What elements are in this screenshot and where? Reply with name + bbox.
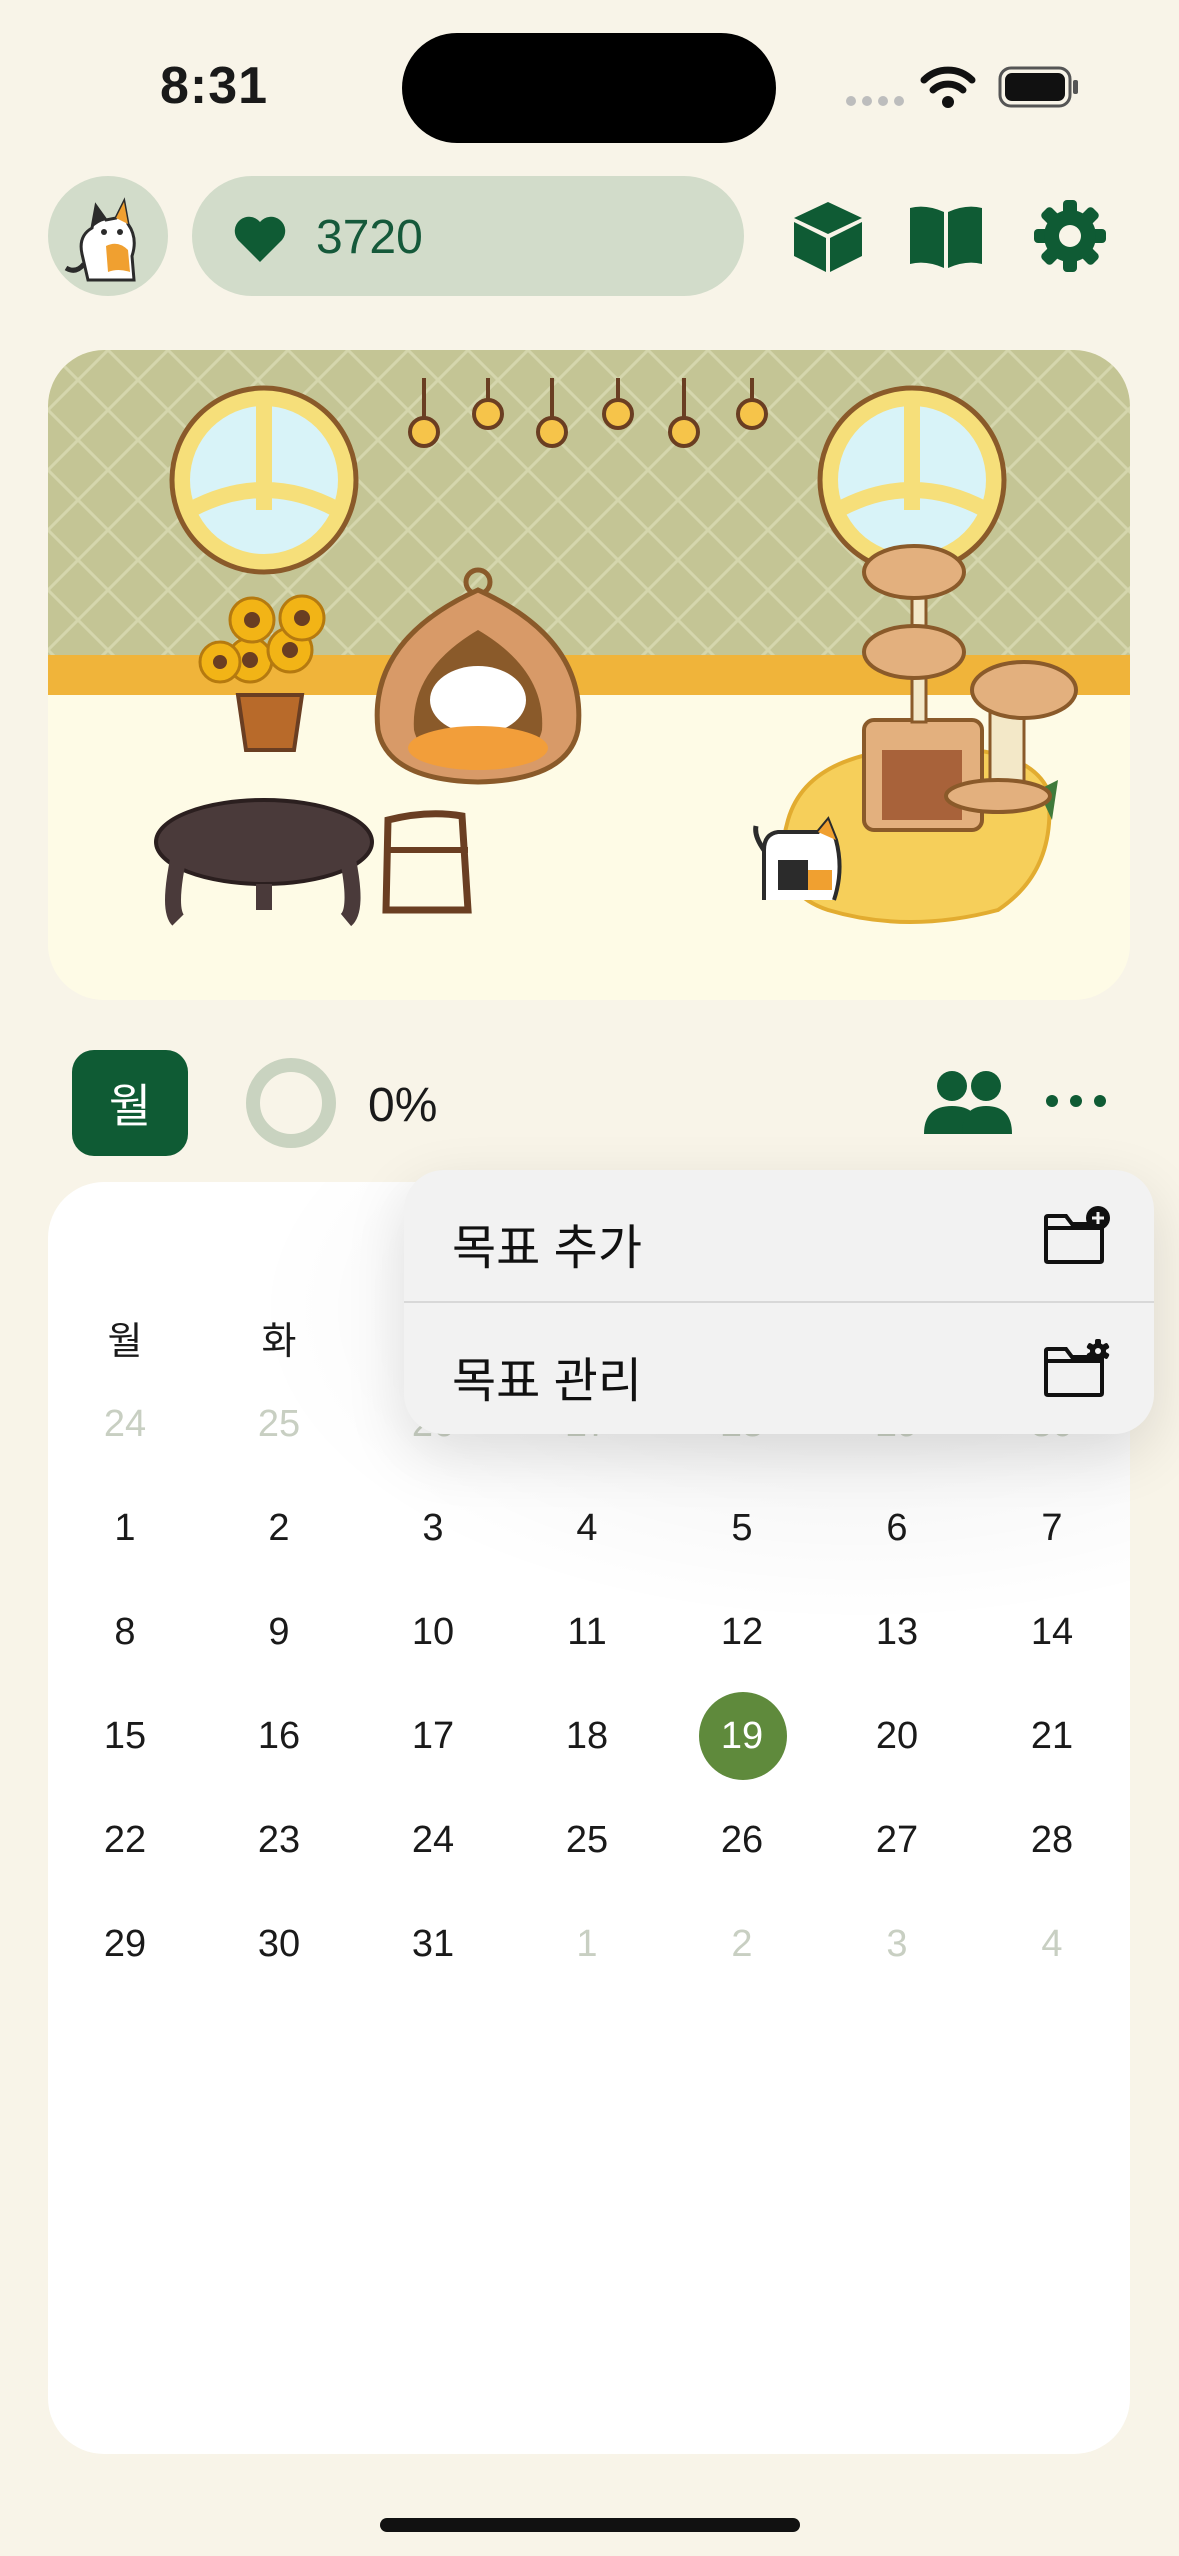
calendar-day[interactable]: 21 <box>975 1692 1129 1780</box>
people-icon[interactable] <box>922 1068 1014 1138</box>
calendar-day[interactable]: 25 <box>202 1380 356 1468</box>
folder-add-icon <box>1044 1206 1110 1264</box>
calendar-day[interactable]: 14 <box>975 1588 1129 1676</box>
calendar-day[interactable]: 30 <box>202 1900 356 1988</box>
calendar-day[interactable]: 16 <box>202 1692 356 1780</box>
calendar-day[interactable]: 26 <box>665 1796 819 1884</box>
calendar-day[interactable]: 3 <box>356 1484 510 1572</box>
calendar-day[interactable]: 23 <box>202 1796 356 1884</box>
calendar-day[interactable]: 29 <box>48 1900 202 1988</box>
progress-percent: 0% <box>368 1079 438 1132</box>
home-indicator <box>380 2518 800 2532</box>
calendar-day[interactable]: 5 <box>665 1484 819 1572</box>
gear-icon[interactable] <box>1032 198 1108 274</box>
calendar-day[interactable]: 7 <box>975 1484 1129 1572</box>
calendar-day[interactable]: 11 <box>510 1588 664 1676</box>
calendar-day[interactable]: 18 <box>510 1692 664 1780</box>
calendar-day[interactable]: 20 <box>820 1692 974 1780</box>
calendar-day[interactable]: 2 <box>665 1900 819 1988</box>
signal-dot <box>878 96 888 106</box>
calendar-day[interactable]: 24 <box>356 1796 510 1884</box>
calendar-day[interactable]: 31 <box>356 1900 510 1988</box>
dynamic-island <box>402 33 776 143</box>
calendar-day[interactable]: 25 <box>510 1796 664 1884</box>
calendar-day[interactable]: 2 <box>202 1484 356 1572</box>
folder-settings-icon <box>1044 1339 1110 1397</box>
progress-ring <box>246 1058 336 1148</box>
month-view-button[interactable]: 월 <box>72 1050 188 1156</box>
goal-popup-menu: 목표 추가 목표 관리 <box>404 1170 1154 1434</box>
calendar-day[interactable]: 1 <box>48 1484 202 1572</box>
calendar-day[interactable]: 6 <box>820 1484 974 1572</box>
calendar-day[interactable]: 24 <box>48 1380 202 1468</box>
calendar-day-today[interactable]: 19 <box>665 1692 819 1780</box>
calendar-day[interactable]: 22 <box>48 1796 202 1884</box>
cat-avatar-icon <box>64 197 136 282</box>
calendar-day[interactable]: 4 <box>975 1900 1129 1988</box>
signal-dot <box>894 96 904 106</box>
menu-item-label: 목표 추가 <box>452 1222 642 1275</box>
hearts-count: 3720 <box>316 211 423 264</box>
calendar-day[interactable]: 12 <box>665 1588 819 1676</box>
calendar-day[interactable]: 8 <box>48 1588 202 1676</box>
cube-icon[interactable] <box>790 198 866 274</box>
calendar-day[interactable]: 13 <box>820 1588 974 1676</box>
calendar-day[interactable]: 9 <box>202 1588 356 1676</box>
wifi-icon <box>920 66 976 108</box>
cat-room-scene <box>48 350 1130 1000</box>
weekday-header: 화 <box>261 1321 297 1363</box>
menu-item-manage-goals[interactable]: 목표 관리 <box>404 1303 1154 1434</box>
calendar-day[interactable]: 17 <box>356 1692 510 1780</box>
calendar-day[interactable]: 28 <box>975 1796 1129 1884</box>
calendar-day[interactable]: 4 <box>510 1484 664 1572</box>
signal-dot <box>862 96 872 106</box>
profile-avatar[interactable] <box>48 176 168 296</box>
battery-icon <box>998 66 1078 108</box>
calendar-day[interactable]: 1 <box>510 1900 664 1988</box>
book-icon[interactable] <box>908 198 984 274</box>
heart-icon <box>234 216 286 262</box>
menu-item-add-goal[interactable]: 목표 추가 <box>404 1170 1154 1301</box>
round-window-left <box>169 385 359 575</box>
menu-item-label: 목표 관리 <box>452 1355 642 1408</box>
status-time: 8:31 <box>160 57 269 115</box>
calendar-day[interactable]: 15 <box>48 1692 202 1780</box>
signal-dot <box>846 96 856 106</box>
more-options-icon[interactable] <box>1044 1086 1108 1116</box>
room-illustration <box>48 350 1130 1000</box>
weekday-header: 월 <box>107 1321 143 1363</box>
calendar-day[interactable]: 3 <box>820 1900 974 1988</box>
calendar-day[interactable]: 27 <box>820 1796 974 1884</box>
calendar-day[interactable]: 10 <box>356 1588 510 1676</box>
